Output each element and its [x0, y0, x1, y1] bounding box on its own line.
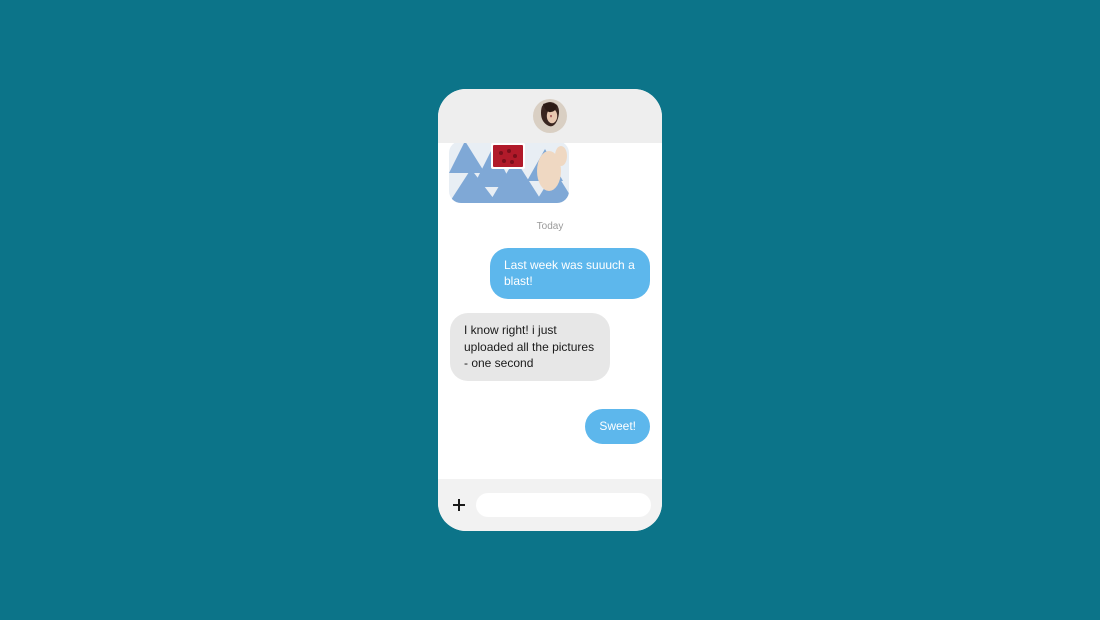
send-icon	[661, 497, 662, 513]
message-thread[interactable]: Today Last week was suuuch a blast! I kn…	[438, 143, 662, 479]
composer-bar	[438, 479, 662, 531]
plus-icon	[452, 498, 466, 512]
chat-screen: Today Last week was suuuch a blast! I kn…	[438, 89, 662, 531]
add-attachment-button[interactable]	[452, 496, 466, 514]
send-button[interactable]	[661, 496, 662, 514]
message-bubble-sent[interactable]: Sweet!	[585, 409, 650, 444]
day-separator: Today	[450, 221, 650, 232]
chat-header	[438, 89, 662, 143]
contact-avatar[interactable]	[533, 99, 567, 133]
message-bubble-received[interactable]: I know right! i just uploaded all the pi…	[450, 313, 610, 381]
message-input[interactable]	[476, 493, 651, 517]
message-bubble-sent[interactable]: Last week was suuuch a blast!	[490, 248, 650, 299]
image-message[interactable]	[449, 143, 569, 203]
